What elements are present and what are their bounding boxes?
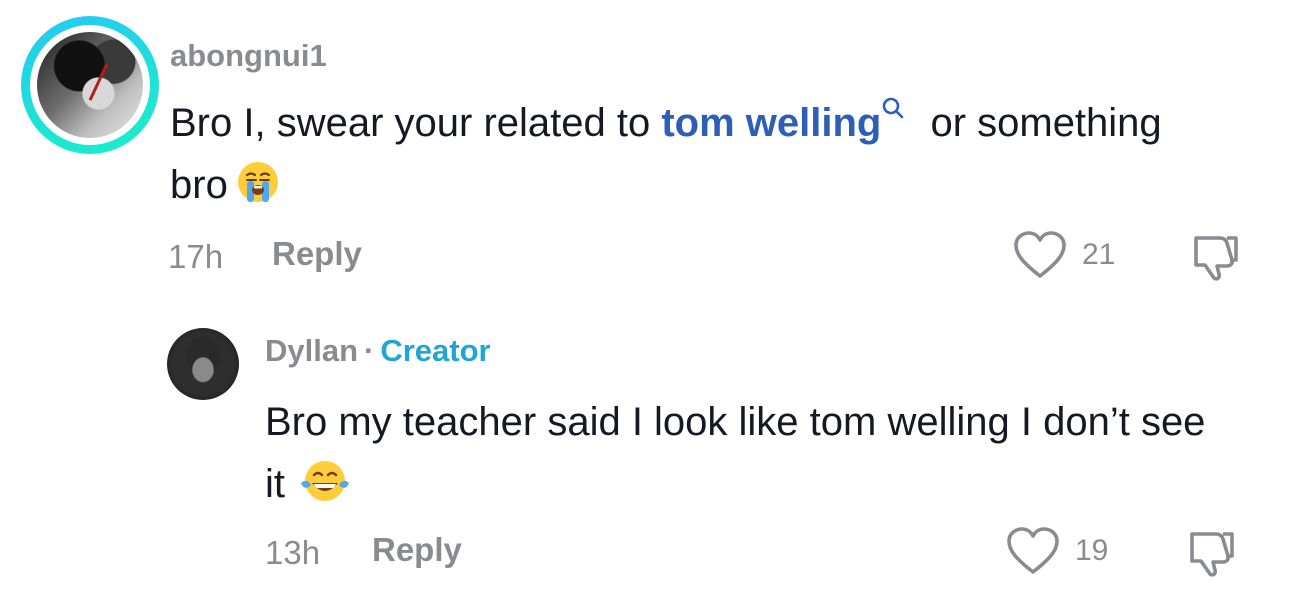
comment-time: 17h <box>168 238 224 275</box>
like-count: 19 <box>1075 534 1109 567</box>
comment-username-line: Dyllan · Creator <box>265 333 491 369</box>
search-icon <box>883 97 904 119</box>
reply-comment-item: Dyllan · Creator Bro my teacher said I loo… <box>0 300 1290 595</box>
comment-item: abongnui1 Bro I, swear your related to t… <box>0 0 1290 300</box>
comment-text-part: Bro I, swear your related to <box>170 101 662 145</box>
heart-icon <box>1014 231 1066 278</box>
separator: · <box>364 333 375 368</box>
reply-button[interactable]: Reply <box>272 235 362 273</box>
thumbs-down-icon[interactable] <box>1190 232 1242 282</box>
comment-text-part: Bro my teacher said I look like tom well… <box>265 400 1206 506</box>
comment-text: Bro my teacher said I look like tom well… <box>265 391 1225 515</box>
avatar[interactable] <box>21 16 159 154</box>
search-link-label: tom welling <box>661 101 882 145</box>
reply-button[interactable]: Reply <box>372 531 462 569</box>
creator-badge: Creator <box>380 333 491 368</box>
like-button[interactable]: 21 <box>1012 230 1115 280</box>
like-button[interactable]: 19 <box>1005 526 1108 576</box>
avatar-image <box>37 32 143 138</box>
thumbs-down-icon[interactable] <box>1186 528 1238 578</box>
comment-text: Bro I, swear your related to tom welling… <box>170 92 1180 216</box>
heart-icon <box>1007 527 1059 574</box>
loudly-crying-face-icon <box>237 162 278 202</box>
face-with-tears-of-joy-icon <box>301 461 349 501</box>
avatar[interactable] <box>167 328 239 400</box>
like-count: 21 <box>1082 238 1116 271</box>
comment-username[interactable]: Dyllan <box>265 333 358 368</box>
comment-time: 13h <box>265 534 321 571</box>
search-link[interactable]: tom welling <box>661 97 919 145</box>
comment-username[interactable]: abongnui1 <box>170 38 327 74</box>
